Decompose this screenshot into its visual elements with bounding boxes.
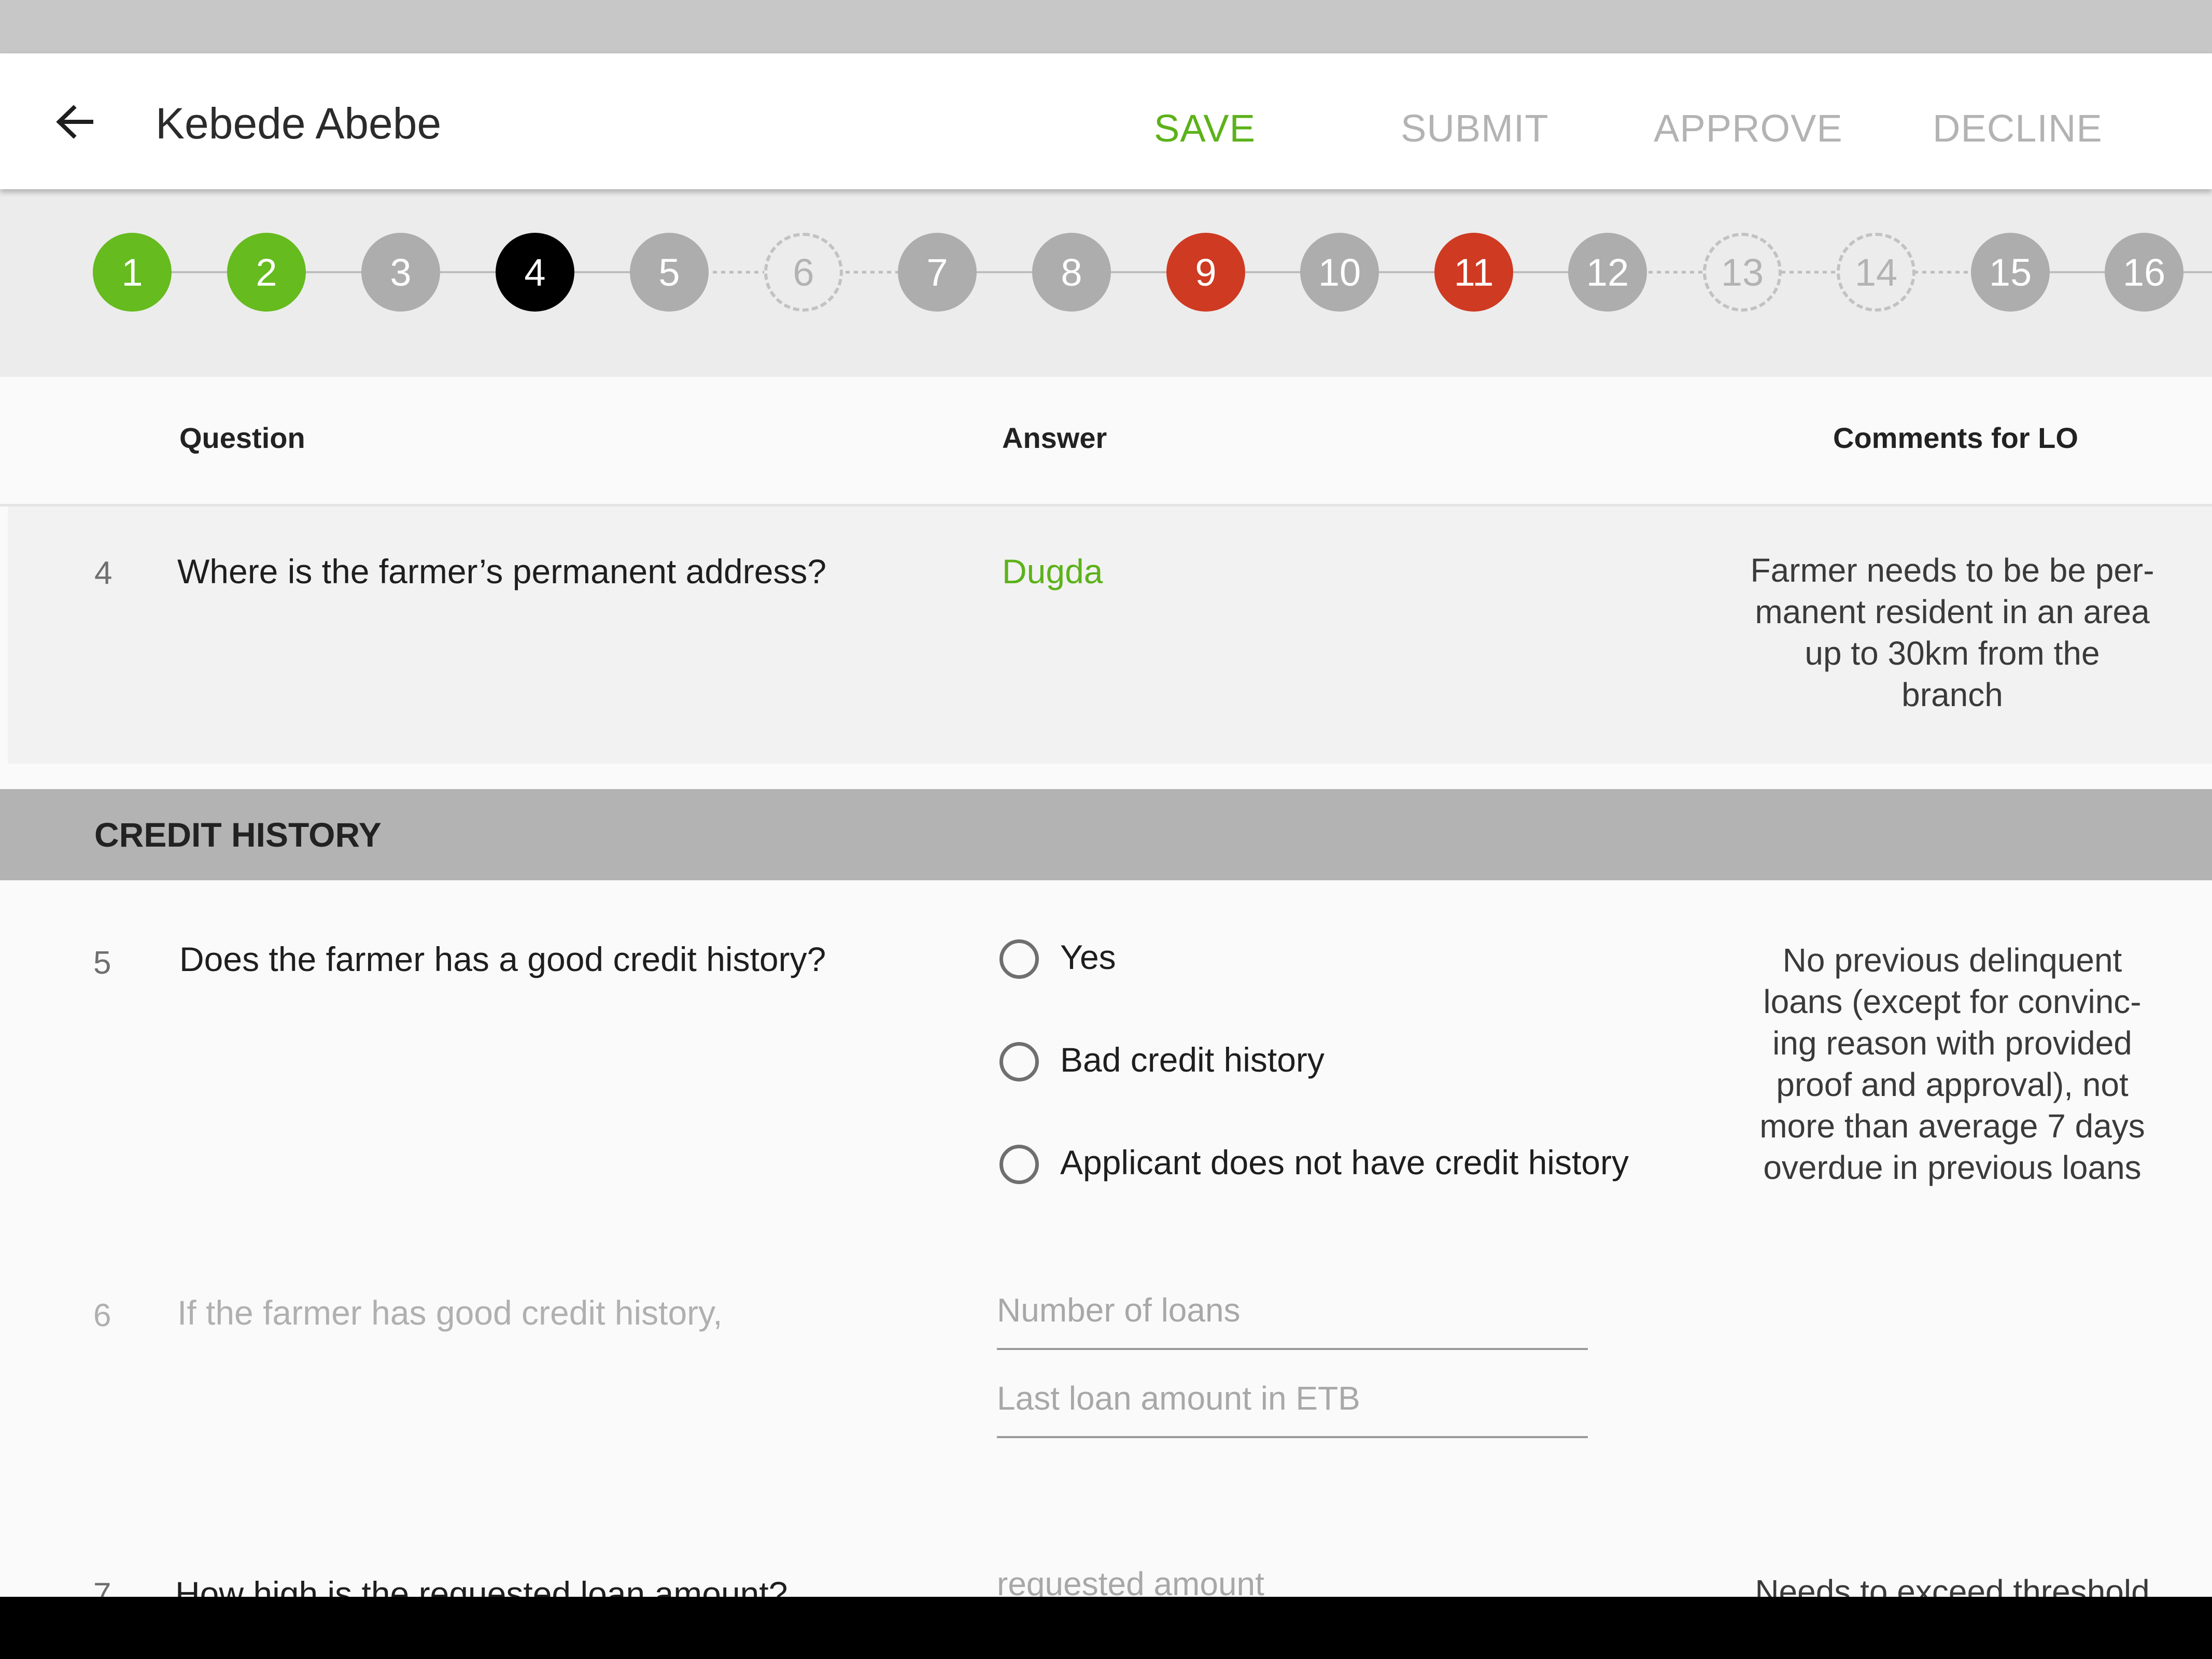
radio-no-credit-history[interactable]	[999, 1145, 1039, 1184]
step-1[interactable]: 1	[93, 233, 172, 312]
input-underline	[997, 1436, 1588, 1438]
answer-value[interactable]: Dugda	[1002, 552, 1103, 591]
step-2[interactable]: 2	[227, 233, 306, 312]
input-underline	[997, 1348, 1588, 1350]
last-loan-amount-input[interactable]: Last loan amount in ETB	[997, 1379, 1360, 1417]
question-text: If the farmer has good credit history,	[177, 1294, 723, 1332]
status-bar	[0, 0, 2212, 53]
page-title: Kebede Abebe	[156, 99, 442, 148]
save-button[interactable]: SAVE	[1154, 103, 1256, 154]
step-7[interactable]: 7	[898, 233, 977, 312]
step-6[interactable]: 6	[764, 233, 843, 312]
step-8[interactable]: 8	[1032, 233, 1111, 312]
submit-button[interactable]: SUBMIT	[1401, 103, 1549, 154]
question-text: Does the farmer has a good credit histor…	[179, 940, 826, 978]
section-title: CREDIT HISTORY	[94, 816, 382, 854]
step-10[interactable]: 10	[1300, 233, 1379, 312]
question-text: Where is the farmer’s permanent address?	[177, 552, 827, 591]
system-navigation-bar	[0, 1597, 2212, 1659]
question-number: 4	[94, 555, 112, 591]
step-13[interactable]: 13	[1703, 233, 1782, 312]
header-comments: Comments for LO	[1833, 421, 2078, 454]
step-3[interactable]: 3	[361, 233, 440, 312]
comment-text: Farmer needs to be be per- manent reside…	[1750, 552, 2154, 713]
step-11[interactable]: 11	[1434, 233, 1513, 312]
option-label[interactable]: Applicant does not have credit history	[1060, 1143, 1629, 1182]
radio-yes[interactable]	[999, 939, 1039, 979]
back-arrow-icon[interactable]	[54, 93, 95, 150]
step-16[interactable]: 16	[2105, 233, 2183, 312]
number-of-loans-input[interactable]: Number of loans	[997, 1291, 1241, 1329]
step-5[interactable]: 5	[630, 233, 709, 312]
step-15[interactable]: 15	[1971, 233, 2050, 312]
header-answer: Answer	[1002, 421, 1107, 454]
step-9[interactable]: 9	[1166, 233, 1245, 312]
radio-bad-credit-history[interactable]	[999, 1042, 1039, 1081]
comment-text: No previous delinquent loans (except for…	[1759, 941, 2145, 1186]
step-14[interactable]: 14	[1837, 233, 1915, 312]
step-12[interactable]: 12	[1568, 233, 1647, 312]
header-question: Question	[179, 421, 305, 454]
approve-button[interactable]: APPROVE	[1654, 103, 1843, 154]
step-progress: 1 2 3 4 5 6 7 8 9 10 11 12 13 14 15 16	[0, 189, 2212, 377]
step-4[interactable]: 4	[496, 233, 574, 312]
question-number: 5	[93, 945, 111, 981]
option-label[interactable]: Bad credit history	[1060, 1040, 1325, 1079]
decline-button[interactable]: DECLINE	[1933, 103, 2103, 154]
question-number: 6	[93, 1298, 111, 1333]
option-label[interactable]: Yes	[1060, 937, 1116, 977]
